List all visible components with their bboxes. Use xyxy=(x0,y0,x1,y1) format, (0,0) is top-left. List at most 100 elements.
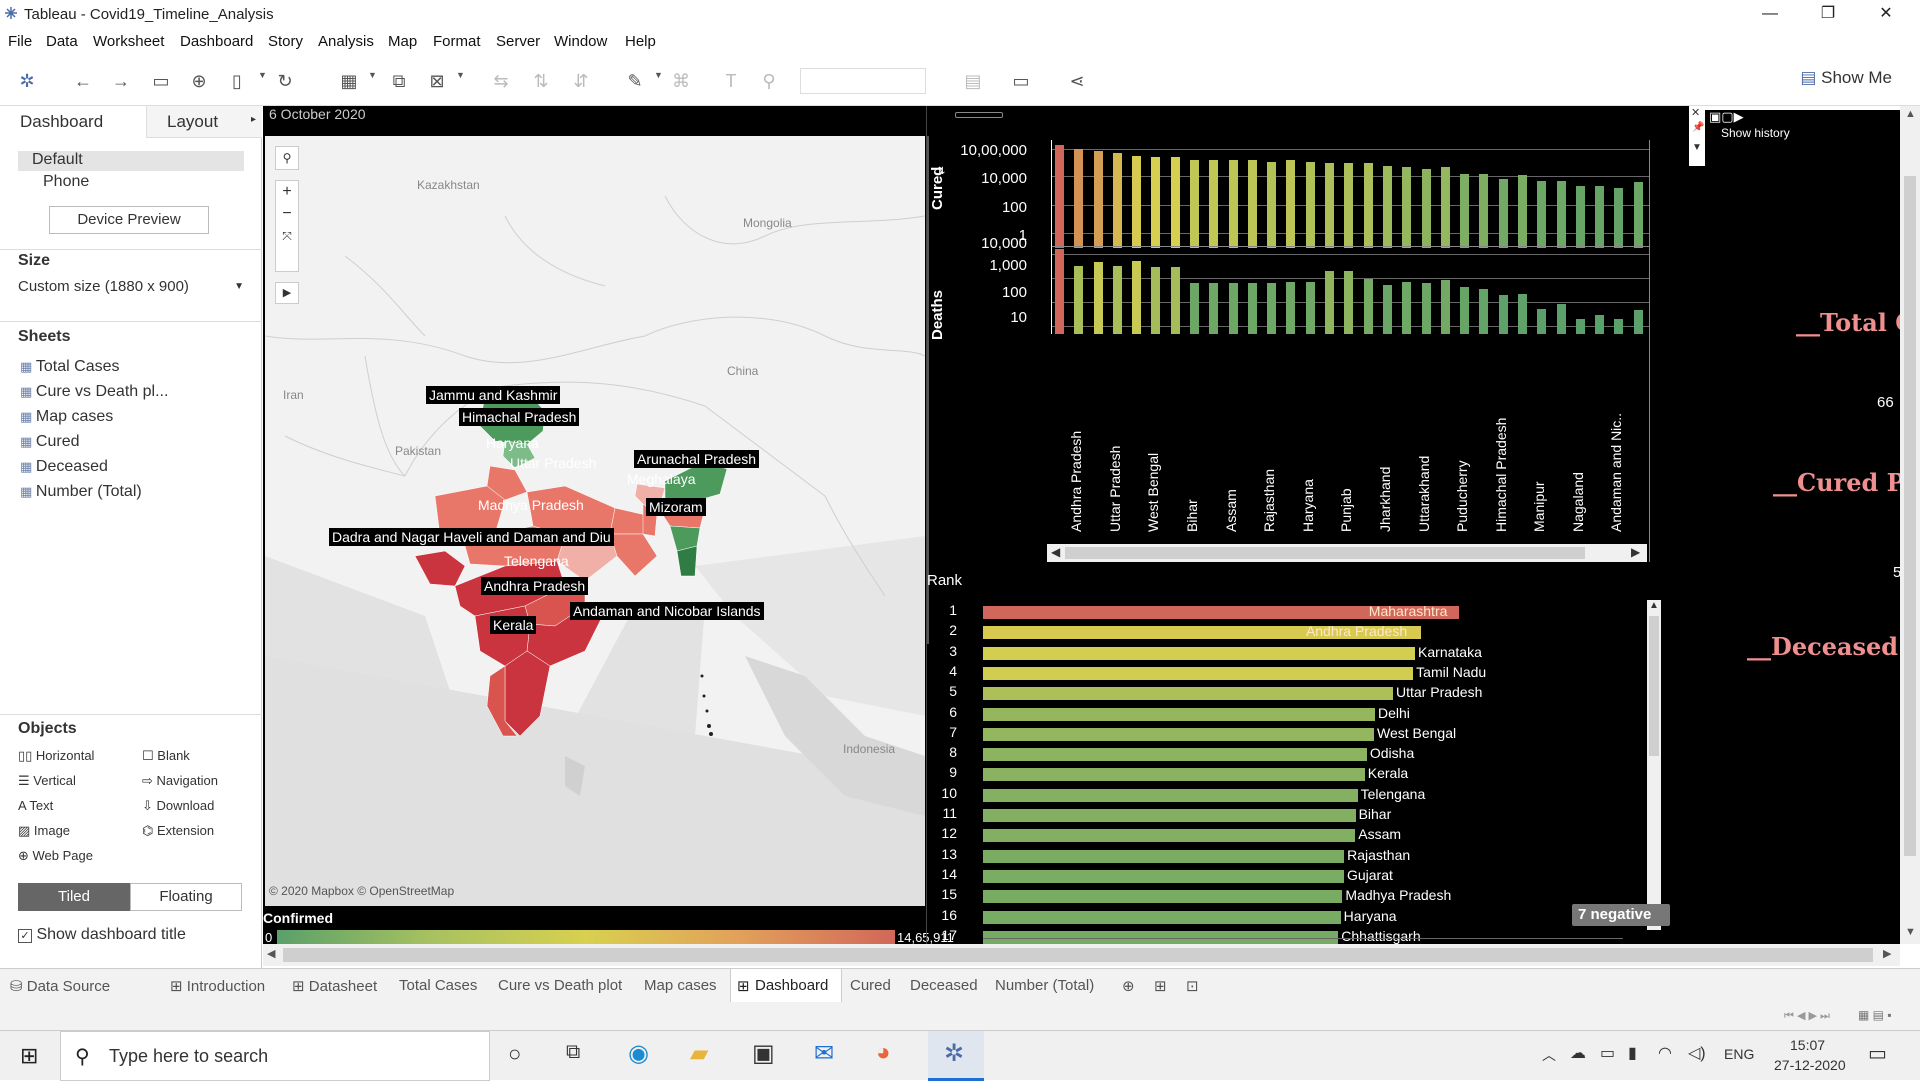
tab-datasheet[interactable]: ⊞ Datasheet xyxy=(292,977,377,995)
zoom-in-button[interactable]: + xyxy=(276,181,298,203)
tab-total-cases[interactable]: Total Cases xyxy=(399,977,477,994)
tableau-taskbar-button[interactable]: ✲ xyxy=(928,1031,984,1081)
chart-bar[interactable] xyxy=(1575,185,1585,248)
reset-map-button[interactable]: ⤧ xyxy=(276,225,298,247)
notifications-icon[interactable]: ▭ xyxy=(1868,1041,1887,1066)
dropdown-arrow-icon[interactable]: ▼ xyxy=(456,70,465,80)
chart-bar[interactable] xyxy=(1305,162,1315,248)
size-dropdown[interactable]: Custom size (1880 x 900) ▼ xyxy=(18,278,244,300)
rank-bar[interactable] xyxy=(983,890,1343,904)
object-navigation[interactable]: ⇨ Navigation xyxy=(142,773,218,789)
canvas-vertical-scrollbar[interactable]: ▲ ▼ xyxy=(1900,106,1920,944)
tiled-toggle[interactable]: Tiled xyxy=(18,883,130,911)
wifi-icon[interactable]: ◠ xyxy=(1658,1043,1672,1063)
rank-bar[interactable] xyxy=(983,748,1367,762)
scroll-left-icon[interactable]: ◀ xyxy=(267,947,275,960)
menu-dashboard[interactable]: Dashboard xyxy=(180,33,253,50)
rank-bar-chart[interactable]: 1 Maharashtra 2 Andhra Pradesh 3 Karnataka 4 Ta… xyxy=(927,600,1643,944)
pin-icon[interactable]: 📌 xyxy=(1692,122,1704,133)
cortana-icon[interactable]: ○ xyxy=(508,1041,521,1067)
chart-bar[interactable] xyxy=(1460,173,1470,248)
tableau-start-icon[interactable]: ✲ xyxy=(14,68,40,94)
chart-bar[interactable] xyxy=(1228,160,1238,248)
object-text[interactable]: A Text xyxy=(18,798,53,813)
chart-bar[interactable] xyxy=(1074,265,1084,334)
chart-bar[interactable] xyxy=(1344,271,1354,334)
scroll-thumb[interactable] xyxy=(283,948,1873,962)
close-icon[interactable]: ✕ xyxy=(1691,106,1700,119)
presentation-icon[interactable]: ▭ xyxy=(1008,68,1034,94)
chart-bar[interactable] xyxy=(1247,160,1257,248)
refresh-icon[interactable]: ↻ xyxy=(272,68,298,94)
task-view-icon[interactable]: ⧉ xyxy=(566,1041,580,1064)
chart-bar[interactable] xyxy=(1614,187,1624,248)
new-story-tab-icon[interactable]: ⊡ xyxy=(1186,977,1199,995)
rank-vertical-scrollbar[interactable]: ▲ ▼ xyxy=(1647,600,1661,930)
rank-bar[interactable] xyxy=(983,707,1375,721)
chart-bar[interactable] xyxy=(1556,180,1566,248)
chart-bar[interactable] xyxy=(1517,293,1527,334)
save-icon[interactable]: ▭ xyxy=(148,68,174,94)
dropdown-arrow-icon[interactable]: ▼ xyxy=(368,70,377,80)
chart-bar[interactable] xyxy=(1286,281,1296,334)
chart-bar[interactable] xyxy=(1093,150,1103,248)
chart-bar[interactable] xyxy=(1132,261,1142,334)
state-gujarat[interactable] xyxy=(414,550,466,587)
mail-icon[interactable]: ✉ xyxy=(814,1039,834,1068)
rank-bar[interactable] xyxy=(983,646,1416,660)
language-indicator[interactable]: ENG xyxy=(1724,1046,1754,1062)
device-default[interactable]: Default xyxy=(18,151,244,171)
chart-bar[interactable] xyxy=(1595,315,1605,334)
tab-nav-icons[interactable]: ⏮ ◀ ▶ ⏭ xyxy=(1784,1009,1830,1023)
chart-bar[interactable] xyxy=(1479,173,1489,248)
share-icon[interactable]: ⋖ xyxy=(1064,68,1090,94)
scroll-down-icon[interactable]: ▼ xyxy=(1905,926,1916,938)
device-preview-button[interactable]: Device Preview xyxy=(49,206,209,234)
scroll-right-icon[interactable]: ▶ xyxy=(1883,947,1891,960)
dropdown-arrow-icon[interactable]: ▼ xyxy=(654,70,663,80)
chart-bar[interactable] xyxy=(1363,162,1373,248)
rank-bar[interactable] xyxy=(983,768,1365,782)
tab-dashboard[interactable]: Dashboard xyxy=(0,106,146,138)
drag-handle[interactable] xyxy=(955,112,1003,118)
menu-data[interactable]: Data xyxy=(46,33,78,50)
negative-values-badge[interactable]: 7 negative xyxy=(1572,904,1670,926)
chart-bar[interactable] xyxy=(1305,281,1315,334)
chart-bar[interactable] xyxy=(1325,162,1335,248)
rank-bar[interactable] xyxy=(983,666,1414,680)
object-web-page[interactable]: ⊕ Web Page xyxy=(18,848,93,864)
map-view[interactable]: Kazakhstan Mongolia Iran Pakistan China … xyxy=(265,136,925,906)
chart-bar[interactable] xyxy=(1286,160,1296,248)
chart-bar[interactable] xyxy=(1633,182,1643,248)
tab-introduction[interactable]: ⊞ Introduction xyxy=(170,977,265,995)
state-odisha[interactable] xyxy=(609,533,658,577)
chart-bar[interactable] xyxy=(1209,282,1219,334)
pause-updates-icon[interactable]: ▯ xyxy=(224,68,250,94)
highlight-icon[interactable]: ✎ xyxy=(622,68,648,94)
minimize-button[interactable]: — xyxy=(1742,0,1798,30)
chart-bar[interactable] xyxy=(1055,145,1064,248)
fit-dropdown[interactable] xyxy=(800,68,926,94)
chart-bar[interactable] xyxy=(1498,179,1508,248)
menu-file[interactable]: File xyxy=(8,33,32,50)
rank-bar[interactable] xyxy=(983,809,1356,822)
chart-bar[interactable] xyxy=(1267,282,1277,334)
chart-bar[interactable] xyxy=(1267,161,1277,248)
chart-bar[interactable] xyxy=(1382,284,1392,334)
chart-bar[interactable] xyxy=(1112,153,1122,248)
swap-icon[interactable]: ⇆ xyxy=(488,68,514,94)
menu-server[interactable]: Server xyxy=(496,33,540,50)
clock-time[interactable]: 15:07 xyxy=(1790,1037,1825,1053)
new-data-source-icon[interactable]: ⊕ xyxy=(186,68,212,94)
sheet-item[interactable]: ▦ Cured xyxy=(20,433,79,451)
tab-data-source[interactable]: ⛁ Data Source xyxy=(10,977,110,995)
menu-analysis[interactable]: Analysis xyxy=(318,33,374,50)
object-vertical[interactable]: ☰ Vertical xyxy=(18,773,76,789)
pin-icon[interactable]: ⚲ xyxy=(756,68,782,94)
dropdown-arrow-icon[interactable]: ▼ xyxy=(258,70,267,80)
group-icon[interactable]: ⌘ xyxy=(668,68,694,94)
chart-bar[interactable] xyxy=(1440,280,1450,334)
windows-start-icon[interactable]: ⊞ xyxy=(20,1043,38,1069)
floating-toggle[interactable]: Floating xyxy=(130,883,242,911)
tab-dashboard-active[interactable]: ⊞ Dashboard xyxy=(730,969,842,1003)
